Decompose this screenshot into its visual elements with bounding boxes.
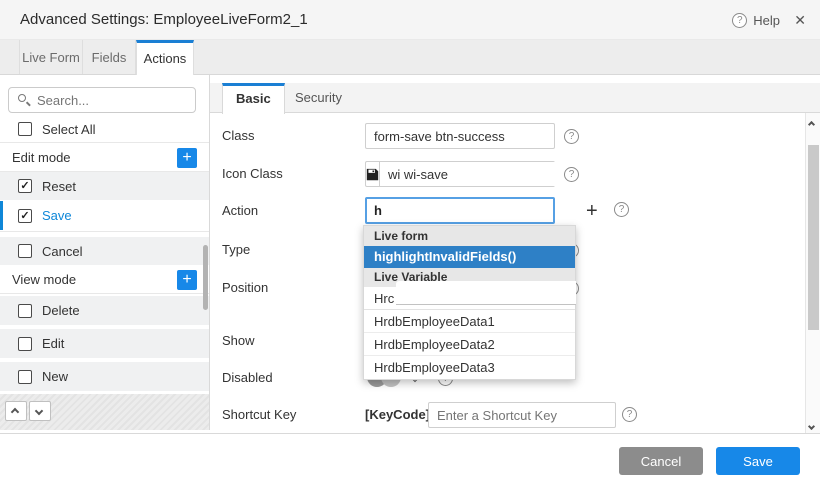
action-input[interactable]	[365, 197, 555, 224]
action-item-save[interactable]: ✓ Save	[0, 201, 209, 230]
show-label: Show	[222, 328, 352, 354]
dropdown-item-hrdb-employee-data3[interactable]: HrdbEmployeeData3	[364, 356, 575, 379]
action-item-edit[interactable]: Edit	[0, 329, 209, 358]
tab-fields[interactable]: Fields	[83, 40, 136, 75]
chevron-down-icon	[35, 407, 43, 415]
dialog-footer: Cancel Save	[0, 433, 820, 485]
panel-scrollbar	[805, 113, 820, 433]
reorder-strip	[0, 394, 209, 430]
tab-security[interactable]: Security	[282, 83, 355, 113]
actions-sidebar: Select All Edit mode + ✓ Reset ✓ Save Ca…	[0, 75, 210, 430]
group-view-mode-label: View mode	[12, 272, 76, 287]
help-icon: ?	[732, 13, 747, 28]
save-checkbox[interactable]: ✓	[18, 209, 32, 223]
select-all-label: Select All	[42, 122, 95, 137]
dropdown-item-hrdb-employee-data1[interactable]: HrdbEmployeeData1	[364, 310, 575, 333]
tab-basic[interactable]: Basic	[222, 83, 285, 114]
save-button[interactable]: Save	[716, 447, 800, 475]
dropdown-item-hrc[interactable]: Hrc	[364, 287, 575, 310]
tab-live-form[interactable]: Live Form	[19, 40, 83, 75]
group-edit-mode: Edit mode +	[0, 144, 209, 172]
new-checkbox[interactable]	[18, 370, 32, 384]
action-item-reset[interactable]: ✓ Reset	[0, 172, 209, 200]
floppy-save-icon[interactable]	[366, 162, 380, 186]
dropdown-item-hrc-label: Hrc	[374, 291, 394, 306]
position-select-overlay	[396, 281, 576, 305]
shortcut-help-icon[interactable]: ?	[622, 407, 637, 422]
action-autocomplete-dropdown: Live form highlightInvalidFields() Live …	[363, 225, 576, 380]
new-item-label: New	[42, 369, 68, 384]
shortcut-key-input[interactable]	[428, 402, 616, 428]
main-tabbar: Live Form Fields Actions	[0, 40, 820, 75]
cancel-checkbox[interactable]	[18, 244, 32, 258]
scroll-up-icon	[808, 121, 815, 128]
panel-tabbar: Basic Security	[210, 83, 820, 113]
class-input[interactable]	[365, 123, 555, 149]
action-item-new[interactable]: New	[0, 362, 209, 391]
class-label: Class	[222, 123, 352, 149]
add-edit-action-button[interactable]: +	[177, 148, 197, 168]
group-view-mode: View mode +	[0, 266, 209, 294]
icon-class-field	[365, 161, 555, 187]
cancel-button[interactable]: Cancel	[619, 447, 703, 475]
scrollbar-thumb[interactable]	[808, 145, 819, 330]
cancel-item-label: Cancel	[42, 244, 82, 259]
add-action-icon[interactable]: +	[586, 198, 598, 224]
search-input[interactable]	[8, 87, 196, 113]
disabled-label: Disabled	[222, 365, 352, 391]
group-edit-mode-label: Edit mode	[12, 150, 71, 165]
close-icon[interactable]: ✕	[794, 0, 806, 40]
dropdown-item-highlight-invalid-fields[interactable]: highlightInvalidFields()	[364, 246, 575, 268]
icon-class-help-icon[interactable]: ?	[564, 167, 579, 182]
scroll-down-icon	[808, 423, 815, 430]
tab-actions[interactable]: Actions	[136, 40, 194, 75]
help-label: Help	[753, 13, 780, 28]
dialog-title: Advanced Settings: EmployeeLiveForm2_1	[20, 0, 308, 40]
class-help-icon[interactable]: ?	[564, 129, 579, 144]
row-divider	[0, 231, 209, 232]
tabbar-divider	[0, 74, 820, 75]
icon-class-label: Icon Class	[222, 161, 352, 187]
delete-checkbox[interactable]	[18, 304, 32, 318]
type-label: Type	[222, 237, 352, 263]
reset-label: Reset	[42, 179, 76, 194]
advanced-settings-dialog: Advanced Settings: EmployeeLiveForm2_1 ?…	[0, 0, 820, 485]
sidebar-search	[8, 87, 196, 113]
scroll-down-button[interactable]	[806, 417, 820, 431]
reset-checkbox[interactable]: ✓	[18, 179, 32, 193]
position-label: Position	[222, 275, 352, 301]
save-item-label: Save	[42, 208, 72, 223]
dropdown-group-live-form: Live form	[364, 226, 575, 246]
shortcut-key-label: Shortcut Key	[222, 402, 352, 428]
move-up-button[interactable]	[5, 401, 27, 421]
dialog-header: Advanced Settings: EmployeeLiveForm2_1 ?…	[0, 0, 820, 40]
search-icon	[18, 94, 26, 102]
select-all-checkbox[interactable]	[18, 122, 32, 136]
scroll-up-button[interactable]	[806, 115, 820, 129]
select-all-row[interactable]: Select All	[0, 116, 209, 143]
sidebar-scrollbar-thumb[interactable]	[203, 245, 208, 310]
edit-item-label: Edit	[42, 336, 64, 351]
help-button[interactable]: ? Help	[732, 0, 780, 40]
action-item-cancel[interactable]: Cancel	[0, 237, 209, 265]
action-help-icon[interactable]: ?	[614, 202, 629, 217]
dropdown-item-hrdb-employee-data2[interactable]: HrdbEmployeeData2	[364, 333, 575, 356]
action-label: Action	[222, 198, 352, 224]
icon-class-input[interactable]	[380, 162, 572, 186]
action-item-delete[interactable]: Delete	[0, 296, 209, 325]
move-down-button[interactable]	[29, 401, 51, 421]
add-view-action-button[interactable]: +	[177, 270, 197, 290]
delete-item-label: Delete	[42, 303, 80, 318]
edit-checkbox[interactable]	[18, 337, 32, 351]
chevron-up-icon	[11, 408, 19, 416]
